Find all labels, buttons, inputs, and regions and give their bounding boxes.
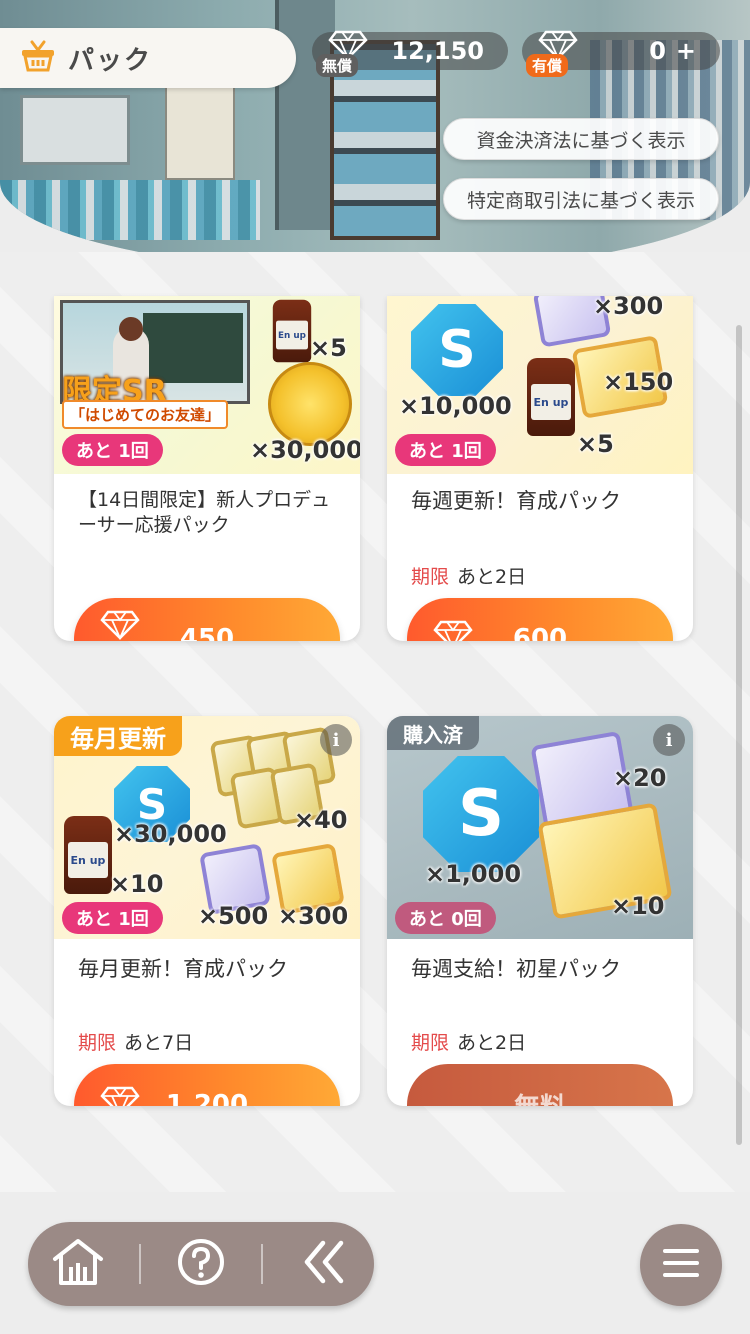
commercial-transactions-act-button[interactable]: 特定商取引法に基づく表示 [443, 178, 719, 220]
back-icon [301, 1239, 347, 1289]
menu-icon [661, 1246, 701, 1284]
buy-button[interactable]: 有償 450 [74, 598, 340, 641]
pack-title: 【14日間限定】新人プロデューサー応援パック [78, 489, 331, 536]
free-currency-tag: 無償 [316, 54, 359, 77]
pack-title: 毎週更新！育成パック [411, 489, 621, 513]
remaining-badge: あと 1回 [62, 902, 163, 934]
sr-subtitle: 「はじめてのお友達」 [62, 400, 229, 429]
deadline: 期限 あと2日 [411, 1028, 526, 1055]
menu-button[interactable] [640, 1224, 722, 1306]
item-quantity: ×500 [198, 902, 269, 930]
gem-icon [433, 620, 473, 641]
item-quantity: ×300 [593, 296, 664, 320]
page-title-bar: パック [0, 28, 296, 88]
item-quantity: ×10,000 [399, 392, 512, 420]
price: 1,200 [165, 1090, 249, 1106]
bottom-nav [28, 1222, 374, 1306]
deadline-value: あと7日 [124, 1032, 194, 1054]
buy-button[interactable]: 1,200 [74, 1064, 340, 1106]
deadline-label: 期限 [411, 566, 450, 588]
home-button[interactable] [38, 1224, 118, 1304]
pack-banner: S ×10,000 ×300 ×150 ×5 あと 1回 [387, 296, 693, 474]
nav-divider [261, 1244, 264, 1284]
remaining-badge: あと 0回 [395, 902, 496, 934]
item-quantity: ×5 [310, 334, 347, 362]
add-currency-button[interactable]: + [676, 37, 696, 65]
gold-coin-icon [268, 362, 352, 446]
free-currency-amount: 12,150 [391, 37, 484, 65]
item-quantity: ×30,000 [250, 436, 360, 464]
s-ticket-icon: S [423, 756, 539, 872]
item-quantity: ×40 [294, 806, 348, 834]
price: 600 [512, 624, 568, 641]
pack-title: 毎月更新！育成パック [78, 957, 288, 981]
remaining-badge: あと 1回 [395, 434, 496, 466]
price: 450 [179, 624, 235, 641]
s-ticket-icon: S [411, 304, 503, 396]
paid-currency-tag: 有償 [526, 54, 569, 77]
payment-services-act-button[interactable]: 資金決済法に基づく表示 [443, 118, 719, 160]
pack-card-weekly-training[interactable]: S ×10,000 ×300 ×150 ×5 あと 1回 毎週更新！育成パック … [387, 296, 693, 641]
purchased-tag: 購入済 [387, 716, 479, 750]
item-quantity: ×30,000 [114, 820, 227, 848]
pack-banner: 限定SR 「はじめてのお友達」 ×5 ×30,000 あと 1回 [54, 296, 360, 474]
price: 無料 [514, 1087, 566, 1107]
info-icon[interactable]: i [653, 724, 685, 756]
gem-icon [100, 610, 140, 641]
home-icon [51, 1237, 105, 1291]
energy-drink-icon [272, 299, 312, 363]
paid-currency-amount: 0 [649, 37, 666, 65]
help-button[interactable] [161, 1224, 241, 1304]
item-quantity: ×10 [611, 892, 665, 920]
item-quantity: ×5 [577, 430, 614, 458]
page-title: パック [68, 45, 153, 76]
pack-card-newcomer[interactable]: 限定SR 「はじめてのお友達」 ×5 ×30,000 あと 1回 【14日間限定… [54, 296, 360, 641]
item-quantity: ×1,000 [425, 860, 522, 888]
energy-drink-icon [527, 358, 575, 436]
deadline-value: あと2日 [457, 566, 527, 588]
item-quantity: ×150 [603, 368, 674, 396]
pack-banner: S ×1,000 ×20 ×10 購入済 i あと 0回 [387, 716, 693, 939]
deadline-value: あと2日 [457, 1032, 527, 1054]
help-icon [176, 1237, 226, 1291]
paid-currency-display[interactable]: 有償 0 + [522, 30, 720, 77]
item-quantity: ×20 [613, 764, 667, 792]
deadline-label: 期限 [411, 1032, 450, 1054]
pack-card-monthly-training[interactable]: S ×30,000 ×40 ×10 ×500 ×300 毎月更新 i あと 1回… [54, 716, 360, 1106]
remaining-badge: あと 1回 [62, 434, 163, 466]
scrollbar[interactable] [736, 325, 742, 1145]
info-icon[interactable]: i [320, 724, 352, 756]
pack-banner: S ×30,000 ×40 ×10 ×500 ×300 毎月更新 i あと 1回 [54, 716, 360, 939]
monthly-update-tag: 毎月更新 [54, 716, 182, 756]
basket-icon [18, 36, 58, 80]
free-currency-display[interactable]: 無償 12,150 [312, 30, 508, 77]
buy-button[interactable]: 600 [407, 598, 673, 641]
nav-divider [138, 1244, 141, 1284]
item-quantity: ×300 [278, 902, 349, 930]
deadline: 期限 あと2日 [411, 562, 526, 589]
deadline: 期限 あと7日 [78, 1028, 193, 1055]
pack-title: 毎週支給！初星パック [411, 957, 621, 981]
energy-drink-icon [64, 816, 112, 894]
pack-card-weekly-star[interactable]: S ×1,000 ×20 ×10 購入済 i あと 0回 毎週支給！初星パック … [387, 716, 693, 1106]
item-quantity: ×10 [110, 870, 164, 898]
deadline-label: 期限 [78, 1032, 117, 1054]
free-claim-button[interactable]: 無料 [407, 1064, 673, 1106]
back-button[interactable] [284, 1224, 364, 1304]
gem-icon [100, 1086, 140, 1106]
